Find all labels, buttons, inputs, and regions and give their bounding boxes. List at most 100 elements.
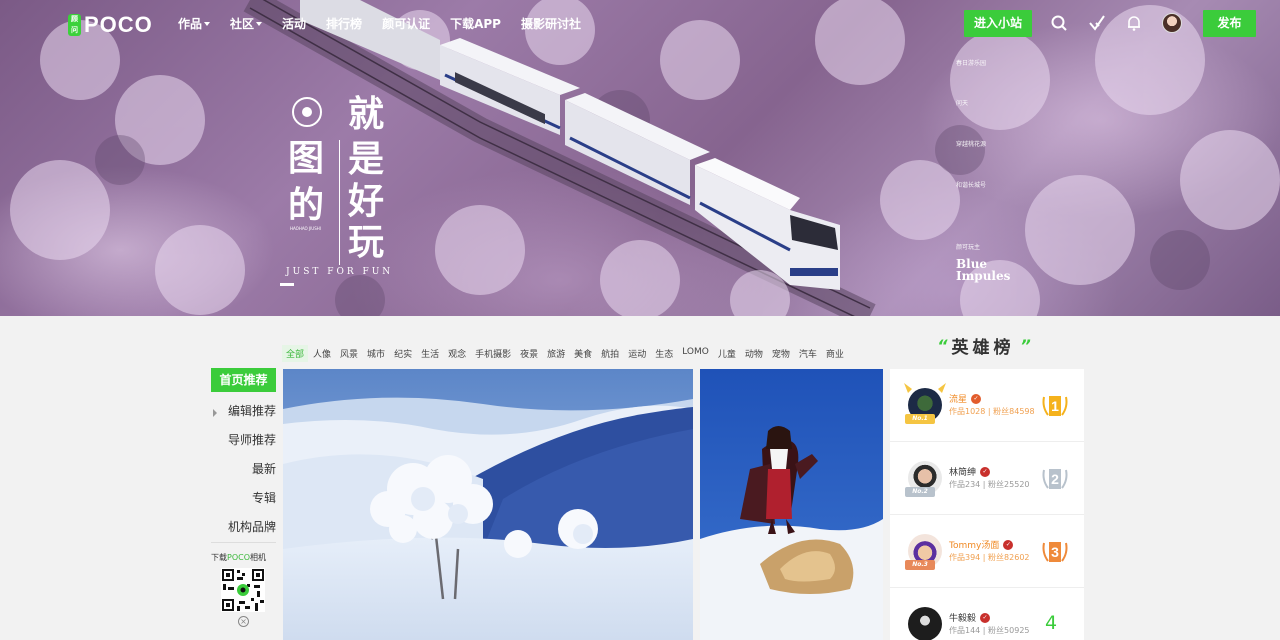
category-tab[interactable]: 运动	[624, 345, 650, 362]
enter-site-button[interactable]: 进入小站	[964, 10, 1032, 37]
verified-icon: ✓	[1003, 539, 1014, 550]
nav-item-download-app[interactable]: 下载APP	[450, 15, 501, 32]
download-prefix: 下载	[211, 553, 227, 562]
top-nav: 顾问 POCO 作品 社区 活动 排行榜 颜可认证 下载APP 摄影研讨社 进入…	[0, 0, 1280, 46]
divider	[211, 542, 276, 543]
slide-title[interactable]: 和谐长城号	[956, 180, 986, 189]
hero-title-char: 就	[348, 93, 385, 135]
rank-number: 3	[1051, 544, 1059, 560]
category-tab[interactable]: 风景	[336, 345, 362, 362]
user-name[interactable]: Tommy汤面 ✓	[949, 538, 1014, 551]
hero-title-char: 好	[348, 180, 385, 222]
rank-medal-icon: 2	[1042, 469, 1068, 489]
logo-text: POCO	[84, 12, 153, 37]
category-tab[interactable]: 手机摄影	[471, 345, 515, 362]
hero-divider	[339, 140, 340, 265]
nav-item-works[interactable]: 作品	[178, 15, 211, 32]
rank-row[interactable]: 牛毅毅 ✓ 作品144 | 粉丝50925 4	[890, 588, 1084, 640]
user-name[interactable]: 林简绅 ✓	[949, 465, 991, 478]
photo-image	[283, 369, 693, 640]
category-tab[interactable]: 人像	[309, 345, 335, 362]
featured-photo-snow-portrait[interactable]	[700, 369, 883, 640]
nav-item-community[interactable]: 社区	[230, 15, 263, 32]
nav-item-label: 社区	[230, 17, 255, 31]
left-nav-item[interactable]: 导师推荐	[228, 431, 276, 448]
nav-item-label: 作品	[178, 17, 203, 31]
left-nav-item[interactable]: 最新	[252, 460, 276, 477]
rank-number: 4	[1045, 612, 1058, 634]
category-tabs: 全部 人像 风景 城市 纪实 生活 观念 手机摄影 夜景 旅游 美食 航拍 运动…	[282, 345, 849, 362]
rank-badge: No.2	[905, 487, 935, 497]
slide-title[interactable]: 穿越桃花源	[956, 139, 986, 148]
rank-row[interactable]: No.1 流星 ✓ 作品1028 | 粉丝84598 1	[890, 369, 1084, 442]
rank-row[interactable]: No.2 林简绅 ✓ 作品234 | 粉丝25520 2	[890, 442, 1084, 515]
verified-icon: ✓	[971, 393, 982, 404]
slide-title[interactable]: 春日游乐园	[956, 58, 986, 67]
verified-icon: ✓	[980, 466, 991, 477]
featured-photo-winter-tree[interactable]	[283, 369, 693, 640]
left-nav-home-recommend[interactable]: 首页推荐	[211, 368, 276, 392]
active-slide-title[interactable]: Blue Impules	[956, 258, 1010, 282]
nav-item-certification[interactable]: 颜可认证	[382, 15, 430, 32]
hero-scene-image	[10, 0, 1280, 316]
slide-title[interactable]: 颜可玩主	[956, 242, 980, 251]
category-tab[interactable]: 动物	[741, 345, 767, 362]
hero-title-char: 是	[348, 138, 385, 180]
avatar[interactable]	[908, 607, 942, 640]
rank-medal-icon: 1	[1042, 396, 1068, 416]
rank-number: 2	[1051, 471, 1059, 487]
slide-title[interactable]: 问天	[956, 98, 968, 107]
nav-item-photo-club[interactable]: 摄影研讨社	[521, 15, 581, 32]
active-slide-line: Impules	[956, 269, 1011, 283]
publish-button[interactable]: 发布	[1203, 10, 1256, 37]
hero-small-text: HAOHAO JIUSHI	[290, 226, 321, 231]
search-icon[interactable]	[1050, 14, 1068, 32]
category-tab[interactable]: 纪实	[390, 345, 416, 362]
category-tab[interactable]: 全部	[282, 345, 309, 362]
hero-board-title-text: 英雄榜	[951, 337, 1015, 358]
category-tab[interactable]: 夜景	[516, 345, 542, 362]
left-nav-item[interactable]: 专辑	[252, 489, 276, 506]
user-avatar[interactable]	[1162, 13, 1182, 33]
rank-badge: No.3	[905, 560, 935, 570]
bell-icon[interactable]	[1125, 14, 1143, 32]
category-tab[interactable]: 宠物	[768, 345, 794, 362]
left-nav-item[interactable]: 机构品牌	[228, 518, 276, 535]
rank-number: 1	[1051, 398, 1059, 414]
caret-down-icon	[256, 21, 263, 26]
category-tab[interactable]: 航拍	[597, 345, 623, 362]
category-tab[interactable]: 商业	[822, 345, 848, 362]
close-icon[interactable]: ×	[238, 616, 249, 627]
left-nav: 首页推荐 编辑推荐 导师推荐 最新 专辑 机构品牌 下载POCO相机 ×	[211, 368, 276, 627]
check-icon[interactable]	[1088, 14, 1106, 32]
quote-icon: ”	[1020, 335, 1031, 355]
poco-logo[interactable]: 顾问 POCO	[68, 12, 153, 38]
user-name[interactable]: 牛毅毅 ✓	[949, 611, 991, 624]
photo-image	[700, 369, 883, 640]
nav-item-rankings[interactable]: 排行榜	[326, 15, 362, 32]
download-camera-label[interactable]: 下载POCO相机	[211, 552, 266, 563]
hero-logo-icon	[292, 97, 322, 127]
category-tab[interactable]: 汽车	[795, 345, 821, 362]
category-tab[interactable]: LOMO	[678, 345, 713, 362]
user-name-text: 流星	[949, 395, 968, 405]
rank-row[interactable]: No.3 Tommy汤面 ✓ 作品394 | 粉丝82602 3	[890, 515, 1084, 588]
category-tab[interactable]: 旅游	[543, 345, 569, 362]
arrow-right-icon	[213, 409, 217, 417]
category-tab[interactable]: 生态	[651, 345, 677, 362]
nav-item-events[interactable]: 活动	[282, 15, 306, 32]
left-nav-item[interactable]: 编辑推荐	[228, 402, 276, 419]
user-stats: 作品234 | 粉丝25520	[949, 480, 1030, 489]
hero-banner[interactable]: 顾问 POCO 作品 社区 活动 排行榜 颜可认证 下载APP 摄影研讨社 进入…	[0, 0, 1280, 316]
category-tab[interactable]: 生活	[417, 345, 443, 362]
user-stats: 作品1028 | 粉丝84598	[949, 407, 1035, 416]
category-tab[interactable]: 美食	[570, 345, 596, 362]
qr-code	[221, 568, 265, 612]
category-tab[interactable]: 城市	[363, 345, 389, 362]
user-name[interactable]: 流星 ✓	[949, 392, 982, 405]
user-name-text: 林简绅	[949, 468, 977, 478]
slide-indicator	[280, 283, 294, 286]
category-tab[interactable]: 观念	[444, 345, 470, 362]
category-tab[interactable]: 儿童	[714, 345, 740, 362]
hero-title-char: 图	[288, 137, 325, 179]
